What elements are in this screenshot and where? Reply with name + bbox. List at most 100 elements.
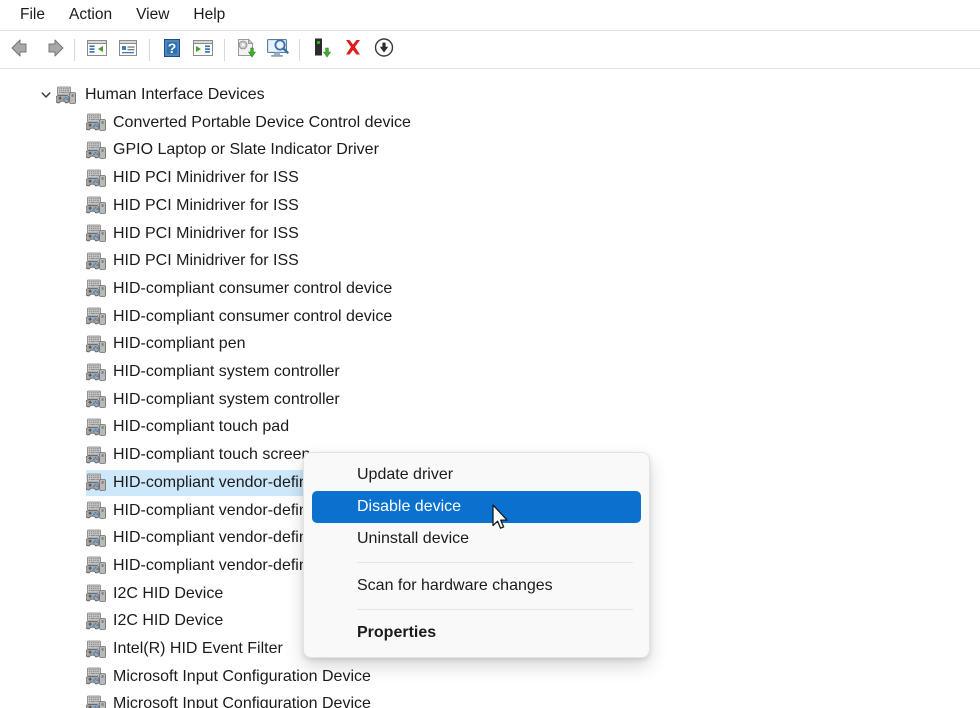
hid-device-icon bbox=[86, 363, 107, 382]
tree-item-label: HID-compliant touch pad bbox=[107, 414, 289, 440]
hid-device-icon bbox=[86, 529, 107, 548]
tree-item-label: HID PCI Minidriver for ISS bbox=[107, 221, 299, 247]
hid-device-icon bbox=[86, 612, 107, 631]
tree-item[interactable]: Converted Portable Device Control device bbox=[86, 110, 415, 136]
context-menu[interactable]: Update driverDisable deviceUninstall dev… bbox=[303, 452, 650, 658]
enable-device-button[interactable] bbox=[306, 35, 337, 65]
chevron-down-icon[interactable] bbox=[36, 82, 56, 108]
disable-device-icon bbox=[373, 37, 395, 63]
tree-item-label: Converted Portable Device Control device bbox=[107, 110, 411, 136]
tree-item-label: HID-compliant consumer control device bbox=[107, 304, 392, 330]
tree-item[interactable]: HID-compliant consumer control device bbox=[86, 276, 396, 302]
context-menu-separator bbox=[357, 562, 633, 563]
toolbar-separator bbox=[224, 39, 225, 61]
tree-item-label: I2C HID Device bbox=[107, 581, 223, 607]
hid-device-icon bbox=[86, 279, 107, 298]
hid-device-icon bbox=[86, 584, 107, 603]
tree-item-label: Intel(R) HID Event Filter bbox=[107, 636, 283, 662]
hid-device-icon bbox=[86, 446, 107, 465]
hid-device-icon bbox=[86, 335, 107, 354]
tree-item[interactable]: HID PCI Minidriver for ISS bbox=[86, 165, 303, 191]
show-hide-action-pane-button[interactable] bbox=[187, 35, 218, 65]
hid-device-icon bbox=[86, 141, 107, 160]
hid-device-icon bbox=[86, 307, 107, 326]
tree-item-label: HID-compliant consumer control device bbox=[107, 276, 392, 302]
hid-device-icon bbox=[86, 252, 107, 271]
help-icon: ? bbox=[162, 38, 182, 63]
toolbar-separator bbox=[299, 39, 300, 61]
tree-item-label: HID PCI Minidriver for ISS bbox=[107, 248, 299, 274]
help-button[interactable]: ? bbox=[156, 35, 187, 65]
tree-item[interactable]: HID-compliant pen bbox=[86, 331, 250, 357]
tree-item[interactable]: Microsoft Input Configuration Device bbox=[86, 664, 375, 690]
forward-button[interactable] bbox=[37, 35, 68, 65]
tree-item[interactable]: HID-compliant system controller bbox=[86, 387, 344, 413]
scan-for-hardware-changes-button[interactable] bbox=[262, 35, 293, 65]
tree-item[interactable]: GPIO Laptop or Slate Indicator Driver bbox=[86, 137, 383, 163]
tree-item-label: GPIO Laptop or Slate Indicator Driver bbox=[107, 137, 379, 163]
context-menu-item-disable-device[interactable]: Disable device bbox=[312, 491, 641, 523]
tree-item[interactable]: HID-compliant touch pad bbox=[86, 414, 293, 440]
menu-bar: File Action View Help bbox=[0, 0, 980, 31]
hid-device-icon bbox=[86, 556, 107, 575]
tree-item[interactable]: HID PCI Minidriver for ISS bbox=[86, 221, 303, 247]
update-driver-button[interactable] bbox=[231, 35, 262, 65]
context-menu-item-scan-for-hardware-changes[interactable]: Scan for hardware changes bbox=[312, 570, 641, 602]
hid-device-icon bbox=[86, 169, 107, 188]
hid-device-icon bbox=[86, 667, 107, 686]
tree-item-label: HID-compliant pen bbox=[107, 331, 246, 357]
toolbar-separator bbox=[74, 39, 75, 61]
hid-device-icon bbox=[86, 695, 107, 708]
hid-device-icon bbox=[86, 224, 107, 243]
tree-item[interactable]: Intel(R) HID Event Filter bbox=[86, 636, 287, 662]
hid-device-icon bbox=[86, 390, 107, 409]
tree-item[interactable]: HID-compliant system controller bbox=[86, 359, 344, 385]
properties-button[interactable] bbox=[112, 35, 143, 65]
context-menu-item-properties[interactable]: Properties bbox=[312, 617, 641, 649]
tree-item[interactable]: HID-compliant touch screen bbox=[86, 442, 314, 468]
update-driver-icon bbox=[235, 37, 259, 63]
tree-item-label: Microsoft Input Configuration Device bbox=[107, 664, 371, 690]
disable-device-button[interactable] bbox=[368, 35, 399, 65]
tree-item[interactable]: I2C HID Device bbox=[86, 608, 227, 634]
context-menu-item-update-driver[interactable]: Update driver bbox=[312, 459, 641, 491]
menu-action[interactable]: Action bbox=[57, 3, 124, 28]
tree-item[interactable]: Microsoft Input Configuration Device bbox=[86, 691, 375, 708]
hid-device-icon bbox=[86, 501, 107, 520]
properties-icon bbox=[117, 38, 139, 63]
tree-item-label: Microsoft Input Configuration Device bbox=[107, 691, 371, 708]
tree-item[interactable]: HID PCI Minidriver for ISS bbox=[86, 193, 303, 219]
menu-help[interactable]: Help bbox=[181, 3, 237, 28]
hid-device-icon bbox=[86, 418, 107, 437]
back-arrow-icon bbox=[10, 38, 34, 63]
svg-text:?: ? bbox=[167, 40, 176, 56]
show-hide-console-tree-button[interactable] bbox=[81, 35, 112, 65]
enable-device-icon bbox=[310, 37, 334, 63]
hid-device-icon bbox=[56, 86, 77, 105]
menu-file[interactable]: File bbox=[8, 3, 57, 28]
hid-device-icon bbox=[86, 196, 107, 215]
context-menu-item-uninstall-device[interactable]: Uninstall device bbox=[312, 523, 641, 555]
scan-for-hardware-changes-icon bbox=[266, 37, 290, 63]
hid-device-icon bbox=[86, 113, 107, 132]
tree-item[interactable]: HID PCI Minidriver for ISS bbox=[86, 248, 303, 274]
forward-arrow-icon bbox=[41, 38, 65, 63]
hid-device-icon bbox=[86, 640, 107, 659]
menu-view[interactable]: View bbox=[124, 3, 181, 28]
hid-device-icon bbox=[86, 473, 107, 492]
tree-item-label: HID-compliant touch screen bbox=[107, 442, 310, 468]
tree-item-label: HID PCI Minidriver for ISS bbox=[107, 193, 299, 219]
tree-item-label: I2C HID Device bbox=[107, 608, 223, 634]
tree-item[interactable]: I2C HID Device bbox=[86, 581, 227, 607]
toolbar-separator bbox=[149, 39, 150, 61]
tree-item[interactable]: HID-compliant consumer control device bbox=[86, 304, 396, 330]
tree-root-human-interface-devices[interactable]: Human Interface Devices bbox=[36, 82, 269, 108]
uninstall-device-button[interactable] bbox=[337, 35, 368, 65]
toolbar: ? bbox=[0, 32, 980, 69]
tree-item-label: HID-compliant system controller bbox=[107, 359, 340, 385]
show-hide-action-pane-icon bbox=[192, 38, 214, 63]
show-hide-console-tree-icon bbox=[86, 38, 108, 63]
tree-item-label: HID-compliant system controller bbox=[107, 387, 340, 413]
tree-item-label: HID PCI Minidriver for ISS bbox=[107, 165, 299, 191]
back-button[interactable] bbox=[6, 35, 37, 65]
